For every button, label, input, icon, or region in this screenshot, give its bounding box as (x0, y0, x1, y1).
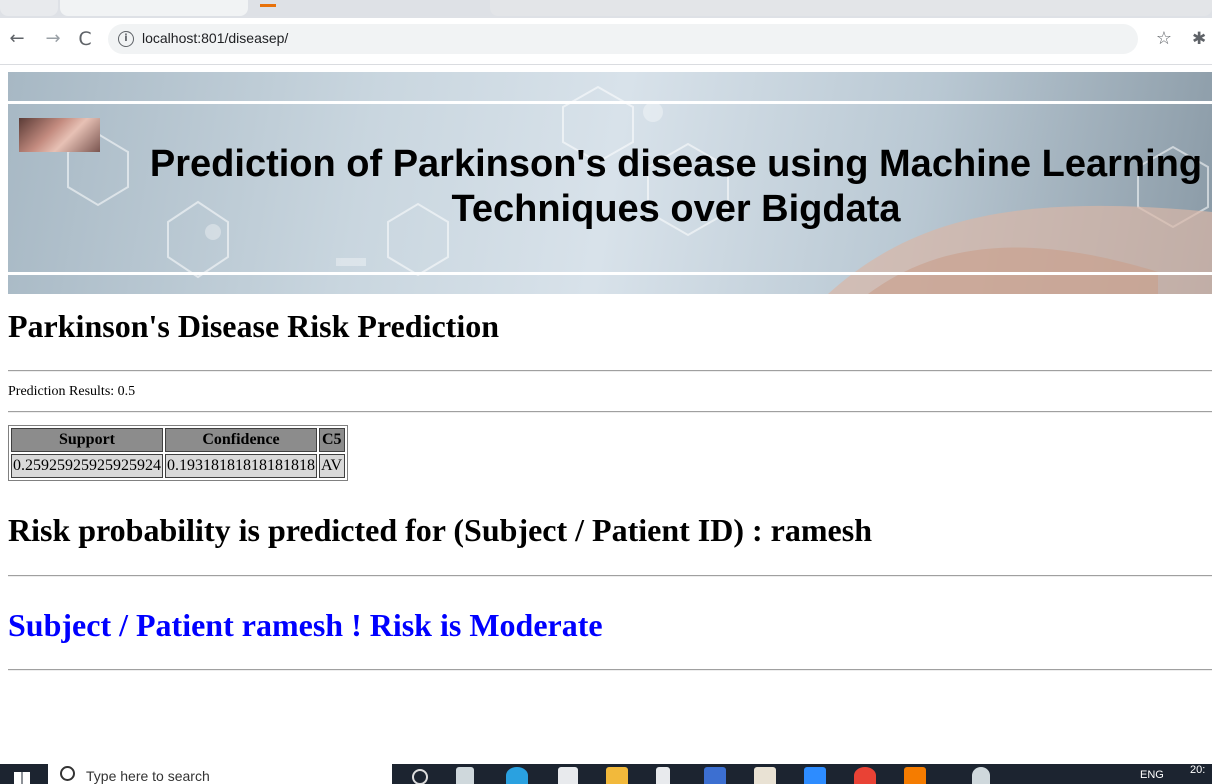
edge-icon[interactable] (506, 767, 528, 784)
app-icon[interactable] (656, 767, 670, 784)
tab[interactable] (490, 0, 1212, 16)
banner-divider (8, 272, 1212, 275)
language-indicator[interactable]: ENG (1140, 769, 1164, 781)
clock[interactable]: 20: (1190, 764, 1205, 776)
search-placeholder: Type here to search (86, 768, 210, 784)
risk-statement: Risk probability is predicted for (Subje… (8, 512, 872, 548)
divider (8, 370, 1212, 372)
header-banner: Prediction of Parkinson's disease using … (8, 72, 1212, 294)
column-header-support: Support (11, 428, 163, 452)
column-header-c5: C5 (319, 428, 345, 452)
zoom-icon[interactable] (804, 767, 826, 784)
extensions-icon[interactable]: ✱ (1192, 26, 1212, 52)
tab[interactable] (0, 0, 58, 16)
search-icon (60, 766, 75, 781)
reload-icon[interactable]: C (72, 26, 98, 52)
prediction-results-text: Prediction Results: 0.5 (8, 384, 136, 399)
windows-logo-icon (14, 772, 30, 784)
browser-toolbar: ← → C i localhost:801/diseasep/ ☆ ✱ (0, 18, 1212, 65)
bookmark-star-icon[interactable]: ☆ (1152, 26, 1176, 52)
address-bar[interactable]: i localhost:801/diseasep/ (108, 24, 1138, 54)
cell-c5: AV (319, 454, 345, 478)
banner-divider (8, 101, 1212, 104)
cortana-icon[interactable] (412, 769, 428, 784)
cell-confidence: 0.19318181818181818 (165, 454, 317, 478)
tray-app-icon[interactable] (972, 767, 990, 784)
tab[interactable] (60, 0, 248, 16)
results-table: Support Confidence C5 0.2592592592592592… (8, 425, 348, 481)
app-icon[interactable] (704, 767, 726, 784)
app-icon[interactable] (904, 767, 926, 784)
start-button[interactable] (0, 764, 46, 784)
banner-title: Prediction of Parkinson's disease using … (149, 143, 1203, 230)
taskbar-search[interactable]: Type here to search (48, 764, 392, 784)
risk-result: Subject / Patient ramesh ! Risk is Moder… (8, 607, 603, 643)
windows-taskbar: Type here to search ENG 20: (0, 764, 1212, 784)
table-header-row: Support Confidence C5 (11, 428, 345, 452)
divider (8, 411, 1212, 413)
task-view-icon[interactable] (456, 767, 474, 784)
back-arrow-icon[interactable]: ← (4, 26, 30, 52)
cell-support: 0.25925925925925924 (11, 454, 163, 478)
app-icon[interactable] (754, 767, 776, 784)
column-header-confidence: Confidence (165, 428, 317, 452)
tab-loading-indicator (260, 4, 276, 7)
dropbox-icon[interactable] (558, 767, 578, 784)
info-icon[interactable]: i (118, 31, 134, 47)
forward-arrow-icon[interactable]: → (40, 26, 66, 52)
url-text[interactable]: localhost:801/diseasep/ (142, 30, 288, 46)
divider (8, 575, 1212, 577)
page-title: Parkinson's Disease Risk Prediction (8, 308, 499, 344)
tab-strip (0, 0, 1212, 18)
chrome-icon[interactable] (854, 767, 876, 784)
table-row: 0.25925925925925924 0.19318181818181818 … (11, 454, 345, 478)
file-explorer-icon[interactable] (606, 767, 628, 784)
divider (8, 669, 1212, 671)
